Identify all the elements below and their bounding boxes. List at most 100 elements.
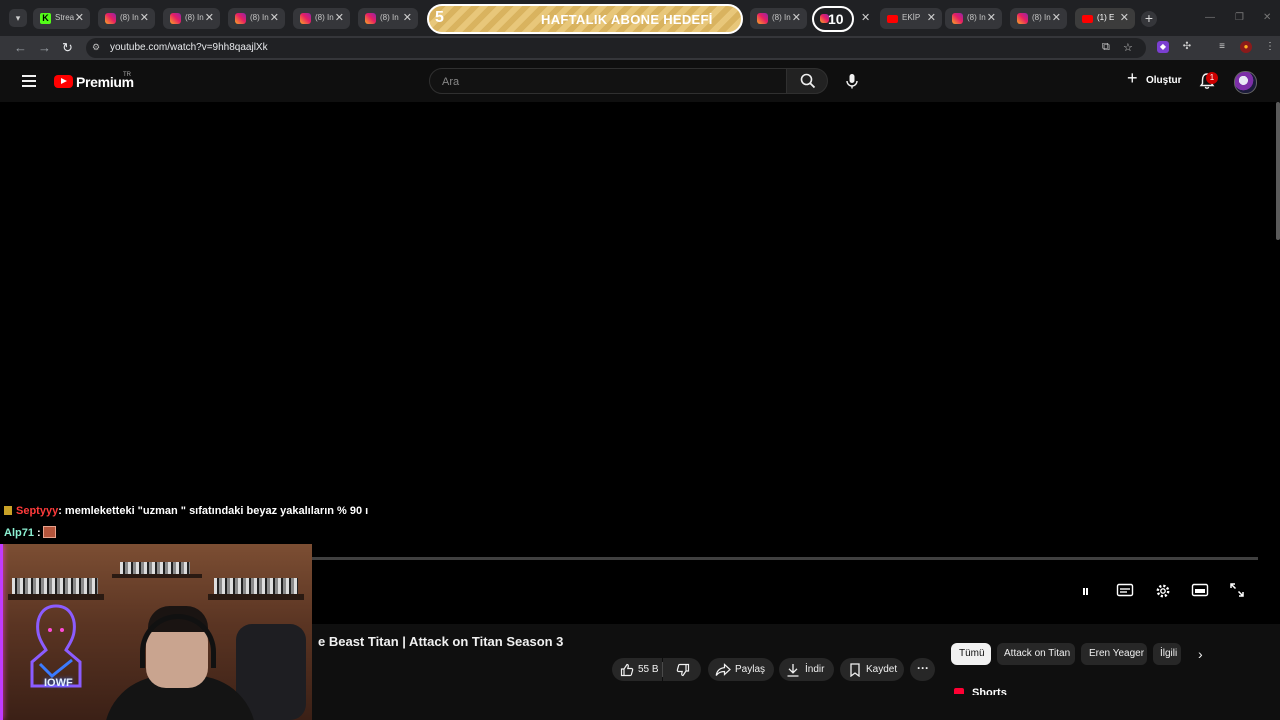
- chat-message: Alp71 :: [4, 526, 56, 539]
- browser-tab[interactable]: (8) In ✕: [228, 8, 285, 29]
- chip-label: İlgili: [1160, 648, 1178, 659]
- page-scrollbar[interactable]: [1276, 102, 1280, 240]
- address-bar[interactable]: ⚙ youtube.com/watch?v=9hh8qaajlXk ⧉ ☆: [86, 38, 1146, 58]
- neon-light-strip: [0, 544, 3, 720]
- restore-icon[interactable]: ❐: [1235, 12, 1244, 23]
- video-progress-bar[interactable]: [312, 557, 1258, 560]
- chip-all[interactable]: Tümü: [951, 643, 991, 665]
- instagram-icon: [757, 13, 768, 24]
- browser-tab[interactable]: EKİP ✕: [880, 8, 942, 29]
- close-icon[interactable]: ✕: [1052, 11, 1061, 24]
- chip-attack-on-titan[interactable]: Attack on Titan: [997, 643, 1075, 665]
- close-icon[interactable]: ✕: [140, 11, 149, 24]
- share-label: Paylaş: [735, 664, 766, 675]
- chat-message: Septyyy: memleketteki "uzman " sıfatında…: [4, 505, 368, 517]
- chevron-right-icon[interactable]: ›: [1198, 646, 1203, 662]
- close-icon[interactable]: ✕: [205, 11, 214, 24]
- search-button[interactable]: [786, 68, 828, 94]
- reload-icon[interactable]: ↻: [62, 40, 73, 56]
- browser-tab[interactable]: (8) In ✕: [945, 8, 1002, 29]
- like-count: 55 B: [638, 664, 659, 675]
- bookmark-star-icon[interactable]: ☆: [1123, 41, 1133, 54]
- chip-related[interactable]: İlgili: [1153, 643, 1181, 665]
- gear-icon: [1156, 584, 1170, 598]
- like-button[interactable]: 55 B: [612, 658, 662, 681]
- chat-username: Septyyy: [16, 505, 59, 517]
- chip-eren-yeager[interactable]: Eren Yeager: [1081, 643, 1147, 665]
- install-app-icon[interactable]: ⧉: [1102, 41, 1110, 54]
- more-actions-button[interactable]: ···: [910, 658, 935, 681]
- save-button[interactable]: Kaydet: [840, 658, 904, 681]
- extension-icon[interactable]: ◆: [1157, 41, 1169, 53]
- youtube-masthead: Premium TR + Oluştur 1: [0, 60, 1280, 102]
- browser-tab[interactable]: (8) In ✕: [163, 8, 220, 29]
- extensions-puzzle-icon[interactable]: ✣: [1181, 41, 1193, 53]
- search-input[interactable]: [440, 73, 774, 91]
- browser-menu-icon[interactable]: ⋮: [1264, 41, 1276, 53]
- close-icon[interactable]: ✕: [270, 11, 279, 24]
- browser-tab-active[interactable]: (1) E ✕: [1075, 8, 1135, 29]
- back-icon[interactable]: ←: [14, 40, 27, 55]
- close-icon[interactable]: ✕: [987, 11, 996, 24]
- kick-icon: K: [40, 13, 51, 24]
- instagram-icon: [235, 13, 246, 24]
- dislike-button[interactable]: [663, 658, 701, 681]
- minimize-icon[interactable]: —: [1205, 12, 1215, 23]
- close-icon[interactable]: ✕: [861, 11, 870, 24]
- close-icon[interactable]: ✕: [403, 11, 412, 24]
- tab-label: (8) In: [315, 13, 334, 22]
- close-icon[interactable]: ✕: [1120, 11, 1129, 24]
- media-control-icon[interactable]: ≡: [1216, 41, 1228, 53]
- share-button[interactable]: Paylaş: [708, 658, 774, 681]
- tab-label: (8) In: [250, 13, 269, 22]
- new-tab-button[interactable]: +: [1141, 11, 1157, 27]
- subtitles-button[interactable]: [1116, 582, 1136, 600]
- fullscreen-button[interactable]: [1229, 582, 1249, 600]
- tab-label: (1) E: [1097, 13, 1115, 22]
- search-box: [429, 68, 787, 94]
- theater-mode-button[interactable]: [1191, 582, 1211, 600]
- profile-icon[interactable]: ●: [1240, 41, 1252, 53]
- settings-button[interactable]: [1154, 582, 1174, 600]
- goal-title: HAFTALIK ABONE HEDEFİ: [541, 12, 713, 27]
- browser-tab[interactable]: (8) In ✕: [98, 8, 155, 29]
- tab-label: (8) In: [120, 13, 139, 22]
- voice-search-button[interactable]: [841, 70, 863, 92]
- pause-icon[interactable]: [1083, 588, 1088, 595]
- notification-count-badge: 1: [1206, 72, 1218, 84]
- forward-icon[interactable]: →: [38, 40, 51, 55]
- url-text[interactable]: youtube.com/watch?v=9hh8qaajlXk: [110, 42, 268, 53]
- shorts-section-title: Shorts: [972, 687, 1007, 695]
- browser-tab[interactable]: (8) In ✕: [1010, 8, 1067, 29]
- more-horizontal-icon: ···: [917, 661, 929, 675]
- instagram-icon: [952, 13, 963, 24]
- tab-search-button[interactable]: ▾: [9, 9, 27, 27]
- site-info-icon[interactable]: ⚙: [92, 42, 102, 52]
- bookshelf: [12, 578, 98, 594]
- instagram-icon: [1017, 13, 1028, 24]
- tab-label: (8) In: [1032, 13, 1051, 22]
- close-icon[interactable]: ✕: [75, 11, 84, 24]
- tab-label: (8) In: [967, 13, 986, 22]
- avatar[interactable]: [1234, 71, 1257, 94]
- menu-icon[interactable]: [22, 75, 36, 87]
- tab-label: Strea: [55, 13, 75, 22]
- close-icon[interactable]: ✕: [927, 11, 936, 24]
- window-close-icon[interactable]: ✕: [1263, 12, 1271, 23]
- youtube-logo-icon[interactable]: [54, 75, 73, 88]
- download-button[interactable]: İndir: [779, 658, 834, 681]
- download-label: İndir: [805, 664, 825, 675]
- youtube-icon: [1082, 15, 1093, 23]
- emote-icon: [42, 526, 56, 538]
- shelf: [112, 574, 202, 578]
- browser-tab[interactable]: (8) In ✕: [293, 8, 350, 29]
- chip-label: Tümü: [959, 648, 985, 659]
- close-icon[interactable]: ✕: [792, 11, 801, 24]
- subscriber-goal-banner: 5 HAFTALIK ABONE HEDEFİ: [427, 4, 743, 34]
- close-icon[interactable]: ✕: [335, 11, 344, 24]
- browser-tab[interactable]: (8) In ✕: [750, 8, 807, 29]
- browser-toolbar: ← → ↻ ⚙ youtube.com/watch?v=9hh8qaajlXk …: [0, 36, 1280, 60]
- browser-tab[interactable]: K Strea ✕: [33, 8, 90, 29]
- microphone-icon: [846, 74, 858, 89]
- browser-tab[interactable]: (8) In ✕: [358, 8, 418, 29]
